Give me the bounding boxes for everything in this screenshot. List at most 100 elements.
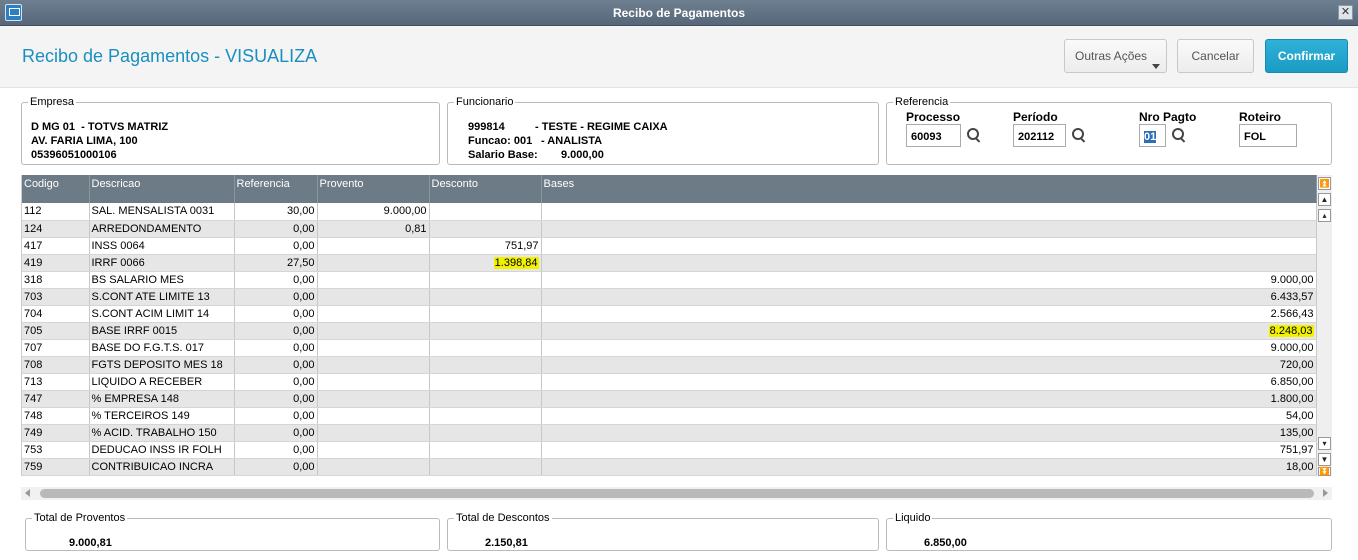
cell-codigo[interactable]: 707 — [22, 339, 90, 357]
table-row[interactable]: 703 S.CONT ATE LIMITE 13 0,00 6.433,57 — [22, 288, 1317, 306]
cancel-button[interactable]: Cancelar — [1177, 39, 1254, 73]
table-row[interactable]: 707 BASE DO F.G.T.S. 017 0,00 9.000,00 — [22, 339, 1317, 357]
cell-provento[interactable] — [317, 322, 430, 340]
cell-referencia[interactable]: 0,00 — [234, 458, 318, 476]
cell-bases[interactable]: 1.800,00 — [541, 390, 1317, 408]
table-row[interactable]: 749 % ACID. TRABALHO 150 0,00 135,00 — [22, 424, 1317, 442]
cell-referencia[interactable]: 0,00 — [234, 322, 318, 340]
cell-provento[interactable] — [317, 458, 430, 476]
cell-bases[interactable] — [541, 220, 1317, 238]
col-provento[interactable]: Provento — [317, 175, 430, 203]
cell-referencia[interactable]: 0,00 — [234, 339, 318, 357]
cell-desconto[interactable] — [429, 339, 542, 357]
cell-codigo[interactable]: 759 — [22, 458, 90, 476]
processo-input[interactable]: 60093 — [906, 124, 961, 147]
cell-provento[interactable] — [317, 390, 430, 408]
table-row[interactable]: 417 INSS 0064 0,00 751,97 — [22, 237, 1317, 255]
col-bases[interactable]: Bases — [541, 175, 1317, 203]
cell-desconto[interactable] — [429, 322, 542, 340]
cell-referencia[interactable]: 0,00 — [234, 288, 318, 306]
scroll-up-icon[interactable]: ▴ — [1318, 209, 1331, 222]
cell-referencia[interactable]: 0,00 — [234, 237, 318, 255]
cell-desconto[interactable] — [429, 203, 542, 221]
cell-codigo[interactable]: 713 — [22, 373, 90, 391]
cell-bases[interactable]: 9.000,00 — [541, 339, 1317, 357]
cell-descricao[interactable]: S.CONT ACIM LIMIT 14 — [89, 305, 235, 323]
table-row[interactable]: 124 ARREDONDAMENTO 0,00 0,81 — [22, 220, 1317, 238]
table-row[interactable]: 318 BS SALARIO MES 0,00 9.000,00 — [22, 271, 1317, 289]
cell-desconto[interactable] — [429, 305, 542, 323]
periodo-search-icon[interactable] — [1072, 128, 1086, 142]
cell-referencia[interactable]: 0,00 — [234, 356, 318, 374]
table-row[interactable]: 747 % EMPRESA 148 0,00 1.800,00 — [22, 390, 1317, 408]
nro-pagto-search-icon[interactable] — [1172, 128, 1186, 142]
cell-codigo[interactable]: 705 — [22, 322, 90, 340]
close-icon[interactable]: ✕ — [1338, 5, 1353, 20]
col-codigo[interactable]: Codigo — [22, 175, 90, 203]
cell-desconto[interactable]: 751,97 — [429, 237, 542, 255]
cell-bases[interactable]: 9.000,00 — [541, 271, 1317, 289]
scroll-page-down-icon[interactable]: ▼ — [1318, 453, 1331, 466]
cell-bases[interactable] — [541, 254, 1317, 272]
cell-descricao[interactable]: FGTS DEPOSITO MES 18 — [89, 356, 235, 374]
cell-descricao[interactable]: INSS 0064 — [89, 237, 235, 255]
cell-desconto[interactable] — [429, 407, 542, 425]
cell-provento[interactable] — [317, 271, 430, 289]
processo-search-icon[interactable] — [967, 128, 981, 142]
cell-codigo[interactable]: 748 — [22, 407, 90, 425]
table-row[interactable]: 713 LIQUIDO A RECEBER 0,00 6.850,00 — [22, 373, 1317, 391]
scroll-thumb[interactable] — [40, 489, 1314, 498]
cell-provento[interactable]: 0,81 — [317, 220, 430, 238]
cell-bases[interactable]: 8.248,03 — [541, 322, 1317, 340]
scroll-page-up-icon[interactable]: ▲ — [1318, 193, 1331, 206]
cell-descricao[interactable]: SAL. MENSALISTA 0031 — [89, 203, 235, 221]
cell-referencia[interactable]: 0,00 — [234, 373, 318, 391]
cell-provento[interactable] — [317, 424, 430, 442]
cell-desconto[interactable] — [429, 458, 542, 476]
cell-descricao[interactable]: DEDUCAO INSS IR FOLH — [89, 441, 235, 459]
cell-referencia[interactable]: 0,00 — [234, 424, 318, 442]
cell-desconto[interactable] — [429, 356, 542, 374]
cell-provento[interactable] — [317, 373, 430, 391]
cell-referencia[interactable]: 0,00 — [234, 441, 318, 459]
cell-provento[interactable] — [317, 441, 430, 459]
cell-referencia[interactable]: 27,50 — [234, 254, 318, 272]
cell-bases[interactable] — [541, 237, 1317, 255]
cell-codigo[interactable]: 747 — [22, 390, 90, 408]
cell-provento[interactable]: 9.000,00 — [317, 203, 430, 221]
col-descricao[interactable]: Descricao — [89, 175, 235, 203]
cell-descricao[interactable]: BS SALARIO MES — [89, 271, 235, 289]
cell-descricao[interactable]: BASE DO F.G.T.S. 017 — [89, 339, 235, 357]
nro-pagto-input[interactable]: 01 — [1139, 124, 1166, 147]
cell-bases[interactable]: 720,00 — [541, 356, 1317, 374]
table-row[interactable]: 708 FGTS DEPOSITO MES 18 0,00 720,00 — [22, 356, 1317, 374]
table-row[interactable]: 704 S.CONT ACIM LIMIT 14 0,00 2.566,43 — [22, 305, 1317, 323]
cell-bases[interactable]: 6.850,00 — [541, 373, 1317, 391]
cell-codigo[interactable]: 124 — [22, 220, 90, 238]
cell-codigo[interactable]: 318 — [22, 271, 90, 289]
cell-desconto[interactable] — [429, 441, 542, 459]
cell-desconto[interactable] — [429, 390, 542, 408]
table-row[interactable]: 419 IRRF 0066 27,50 1.398,84 — [22, 254, 1317, 272]
roteiro-input[interactable]: FOL — [1239, 124, 1297, 147]
cell-referencia[interactable]: 0,00 — [234, 220, 318, 238]
scroll-left-icon[interactable] — [25, 489, 30, 497]
periodo-input[interactable]: 202112 — [1013, 124, 1066, 147]
cell-desconto[interactable] — [429, 424, 542, 442]
cell-referencia[interactable]: 30,00 — [234, 203, 318, 221]
grid-vertical-scrollbar[interactable]: ⏫ ▲ ▴ ▾ ▼ ⏬ — [1317, 175, 1332, 476]
cell-descricao[interactable]: ARREDONDAMENTO — [89, 220, 235, 238]
cell-codigo[interactable]: 112 — [22, 203, 90, 221]
cell-descricao[interactable]: BASE IRRF 0015 — [89, 322, 235, 340]
cell-descricao[interactable]: % EMPRESA 148 — [89, 390, 235, 408]
cell-referencia[interactable]: 0,00 — [234, 390, 318, 408]
cell-referencia[interactable]: 0,00 — [234, 407, 318, 425]
cell-desconto[interactable] — [429, 220, 542, 238]
cell-bases[interactable]: 751,97 — [541, 441, 1317, 459]
cell-descricao[interactable]: % TERCEIROS 149 — [89, 407, 235, 425]
scroll-top-icon[interactable]: ⏫ — [1318, 177, 1331, 190]
cell-bases[interactable]: 6.433,57 — [541, 288, 1317, 306]
table-row[interactable]: 705 BASE IRRF 0015 0,00 8.248,03 — [22, 322, 1317, 340]
cell-provento[interactable] — [317, 305, 430, 323]
scroll-down-icon[interactable]: ▾ — [1318, 437, 1331, 450]
